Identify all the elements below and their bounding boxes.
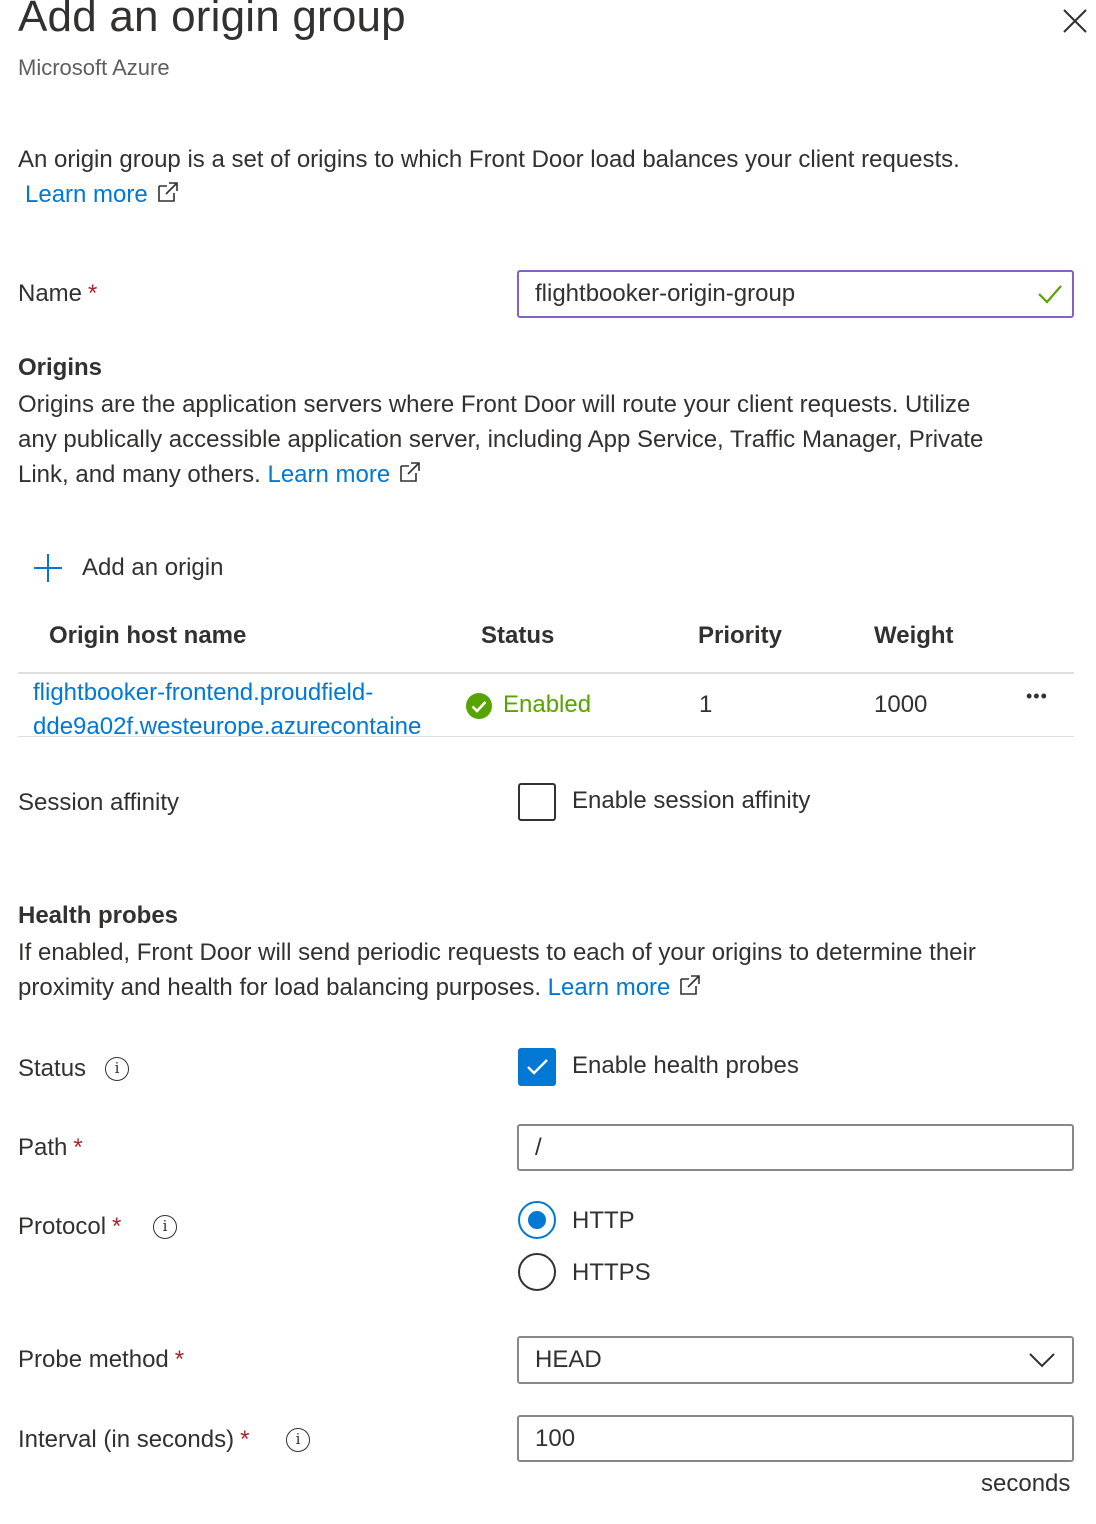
page-subtitle: Microsoft Azure: [18, 55, 170, 80]
origins-description: Origins are the application servers wher…: [18, 391, 984, 488]
protocol-https-label: HTTPS: [572, 1259, 651, 1286]
column-header-weight: Weight: [874, 622, 954, 649]
probe-method-dropdown[interactable]: HEAD: [517, 1336, 1074, 1384]
protocol-label: Protocol *: [18, 1213, 122, 1240]
session-affinity-checkbox[interactable]: [518, 783, 556, 821]
add-origin-button[interactable]: Add an origin: [30, 548, 223, 588]
add-icon: [34, 554, 62, 582]
origin-priority: 1: [699, 691, 713, 718]
info-icon[interactable]: i: [153, 1215, 177, 1239]
add-origin-label: Add an origin: [82, 554, 224, 581]
page-title: Add an origin group: [18, 0, 406, 41]
checkmark-icon: [527, 1059, 548, 1075]
intro-text: An origin group is a set of origins to w…: [18, 142, 1088, 212]
more-options-icon[interactable]: •••: [1026, 686, 1048, 707]
external-link-icon: [157, 182, 178, 202]
health-probes-checkbox[interactable]: [518, 1048, 556, 1086]
column-header-priority: Priority: [698, 622, 783, 649]
interval-input[interactable]: [517, 1415, 1074, 1462]
status-label: Status: [18, 1055, 87, 1082]
health-probes-description: If enabled, Front Door will send periodi…: [18, 939, 976, 1001]
close-icon[interactable]: [1058, 4, 1092, 38]
path-label: Path *: [18, 1134, 83, 1161]
table-row-divider: [18, 736, 1074, 737]
column-header-status: Status: [481, 622, 555, 649]
health-probes-learn-more-link[interactable]: Learn more: [548, 974, 671, 1001]
info-icon[interactable]: i: [105, 1057, 129, 1081]
health-probes-checkbox-label: Enable health probes: [572, 1052, 799, 1079]
checkmark-icon: [1038, 285, 1062, 304]
name-label: Name *: [18, 280, 98, 307]
external-link-icon: [680, 975, 701, 995]
probe-method-label: Probe method *: [18, 1346, 185, 1373]
info-icon[interactable]: i: [286, 1428, 310, 1452]
protocol-http-radio[interactable]: [518, 1201, 556, 1239]
protocol-https-radio[interactable]: [518, 1253, 556, 1291]
table-row: flightbooker-frontend.proudfield- dde9a0…: [18, 674, 1074, 736]
origin-host-link[interactable]: flightbooker-frontend.proudfield- dde9a0…: [33, 676, 449, 736]
name-input[interactable]: [517, 270, 1074, 318]
origins-heading: Origins: [18, 354, 103, 381]
session-affinity-label: Session affinity: [18, 789, 179, 816]
intro-description: An origin group is a set of origins to w…: [18, 146, 960, 173]
health-probes-heading: Health probes: [18, 902, 179, 929]
success-check-icon: [466, 693, 492, 719]
origin-weight: 1000: [874, 691, 928, 718]
interval-unit: seconds: [981, 1470, 1071, 1497]
path-input[interactable]: [517, 1124, 1074, 1171]
protocol-http-label: HTTP: [572, 1207, 635, 1234]
interval-label: Interval (in seconds) *: [18, 1426, 250, 1453]
probe-method-value: HEAD: [535, 1346, 602, 1373]
origin-status: Enabled: [503, 691, 592, 718]
column-header-host: Origin host name: [49, 622, 247, 649]
intro-learn-more-link[interactable]: Learn more: [25, 181, 148, 208]
chevron-down-icon: [1029, 1353, 1055, 1368]
origins-learn-more-link[interactable]: Learn more: [267, 461, 390, 488]
session-affinity-checkbox-label: Enable session affinity: [572, 787, 811, 814]
external-link-icon: [400, 462, 421, 482]
